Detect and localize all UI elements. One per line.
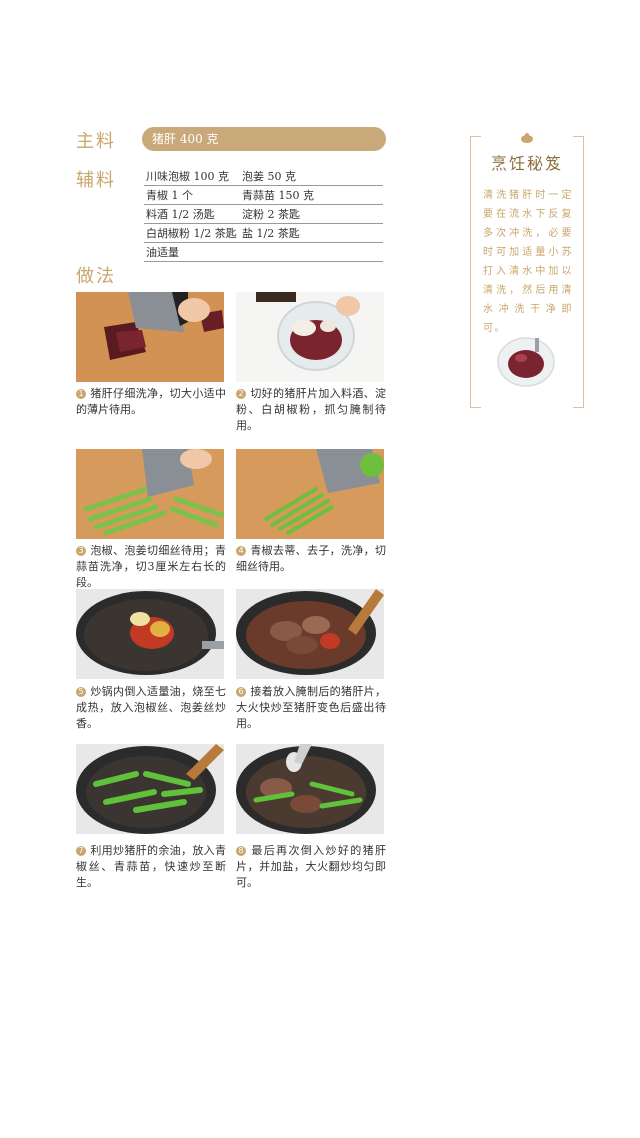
step-6-text: 6 接着放入腌制后的猪肝片，大火快炒至猪肝变色后盛出待用。	[236, 685, 386, 730]
step-5-photo	[76, 589, 224, 679]
step-number-badge: 6	[236, 687, 246, 697]
step-6-photo	[236, 589, 384, 679]
tip-text: 清洗猪肝时一定要在流水下反复多次冲洗，必要时可加适量小苏打入清水中加以清洗，然后…	[483, 190, 573, 334]
table-row: 青椒 1 个 青蒜苗 150 克	[144, 185, 383, 205]
ingredient-cell: 白胡椒粉 1/2 茶匙	[144, 223, 240, 243]
step-8-photo	[236, 744, 384, 834]
step-number-badge: 1	[76, 389, 86, 399]
step-4-photo	[236, 449, 384, 539]
step-1-text: 1 猪肝仔细洗净，切大小适中的薄片待用。	[76, 387, 226, 416]
method-heading: 做法	[76, 266, 116, 287]
ingredient-cell: 川味泡椒 100 克	[144, 167, 240, 186]
step-2-photo	[236, 292, 384, 382]
step-5-text: 5 炒锅内倒入适量油，烧至七成热，放入泡椒丝、泡姜丝炒香。	[76, 685, 226, 730]
table-row: 白胡椒粉 1/2 茶匙 盐 1/2 茶匙	[144, 223, 383, 243]
step-8-text: 8 最后再次倒入炒好的猪肝片，并加盐，大火翻炒均匀即可。	[236, 844, 386, 889]
aux-ingredient-table: 川味泡椒 100 克 泡姜 50 克 青椒 1 个 青蒜苗 150 克 料酒 1…	[144, 167, 383, 262]
main-ingredient-heading: 主料	[76, 131, 116, 152]
step-number-badge: 5	[76, 687, 86, 697]
step-3-text: 3 泡椒、泡姜切细丝待用；青蒜苗洗净，切3厘米左右长的段。	[76, 544, 226, 589]
ornament-icon	[521, 133, 533, 143]
step-number-badge: 7	[76, 846, 86, 856]
ingredient-cell: 青蒜苗 150 克	[240, 185, 383, 205]
ingredient-cell: 盐 1/2 茶匙	[240, 223, 383, 243]
ingredient-cell	[240, 242, 383, 262]
tip-photo	[495, 332, 557, 388]
tip-title: 烹饪秘笈	[490, 154, 563, 173]
ingredient-cell: 青椒 1 个	[144, 185, 240, 205]
cooking-tip-box: 烹饪秘笈 清洗猪肝时一定要在流水下反复多次冲洗，必要时可加适量小苏打入清水中加以…	[470, 133, 584, 408]
main-ingredient-bar: 猪肝 400 克	[142, 127, 386, 151]
step-4-text: 4 青椒去蒂、去子，洗净，切细丝待用。	[236, 544, 386, 573]
ingredient-cell: 油适量	[144, 242, 240, 262]
step-number-badge: 3	[76, 546, 86, 556]
step-3-photo	[76, 449, 224, 539]
ingredient-cell: 淀粉 2 茶匙	[240, 204, 383, 224]
step-1-photo	[76, 292, 224, 382]
ingredient-cell: 料酒 1/2 汤匙	[144, 204, 240, 224]
step-number-badge: 8	[236, 846, 246, 856]
step-7-text: 7 利用炒猪肝的余油，放入青椒丝、青蒜苗，快速炒至断生。	[76, 844, 226, 889]
step-number-badge: 2	[236, 389, 246, 399]
step-2-text: 2 切好的猪肝片加入料酒、淀粉、白胡椒粉，抓匀腌制待用。	[236, 387, 386, 432]
table-row: 川味泡椒 100 克 泡姜 50 克	[144, 167, 383, 186]
aux-ingredient-heading: 辅料	[76, 170, 116, 191]
step-7-photo	[76, 744, 224, 834]
step-number-badge: 4	[236, 546, 246, 556]
table-row: 油适量	[144, 242, 383, 262]
table-row: 料酒 1/2 汤匙 淀粉 2 茶匙	[144, 204, 383, 224]
ingredient-cell: 泡姜 50 克	[240, 167, 383, 186]
